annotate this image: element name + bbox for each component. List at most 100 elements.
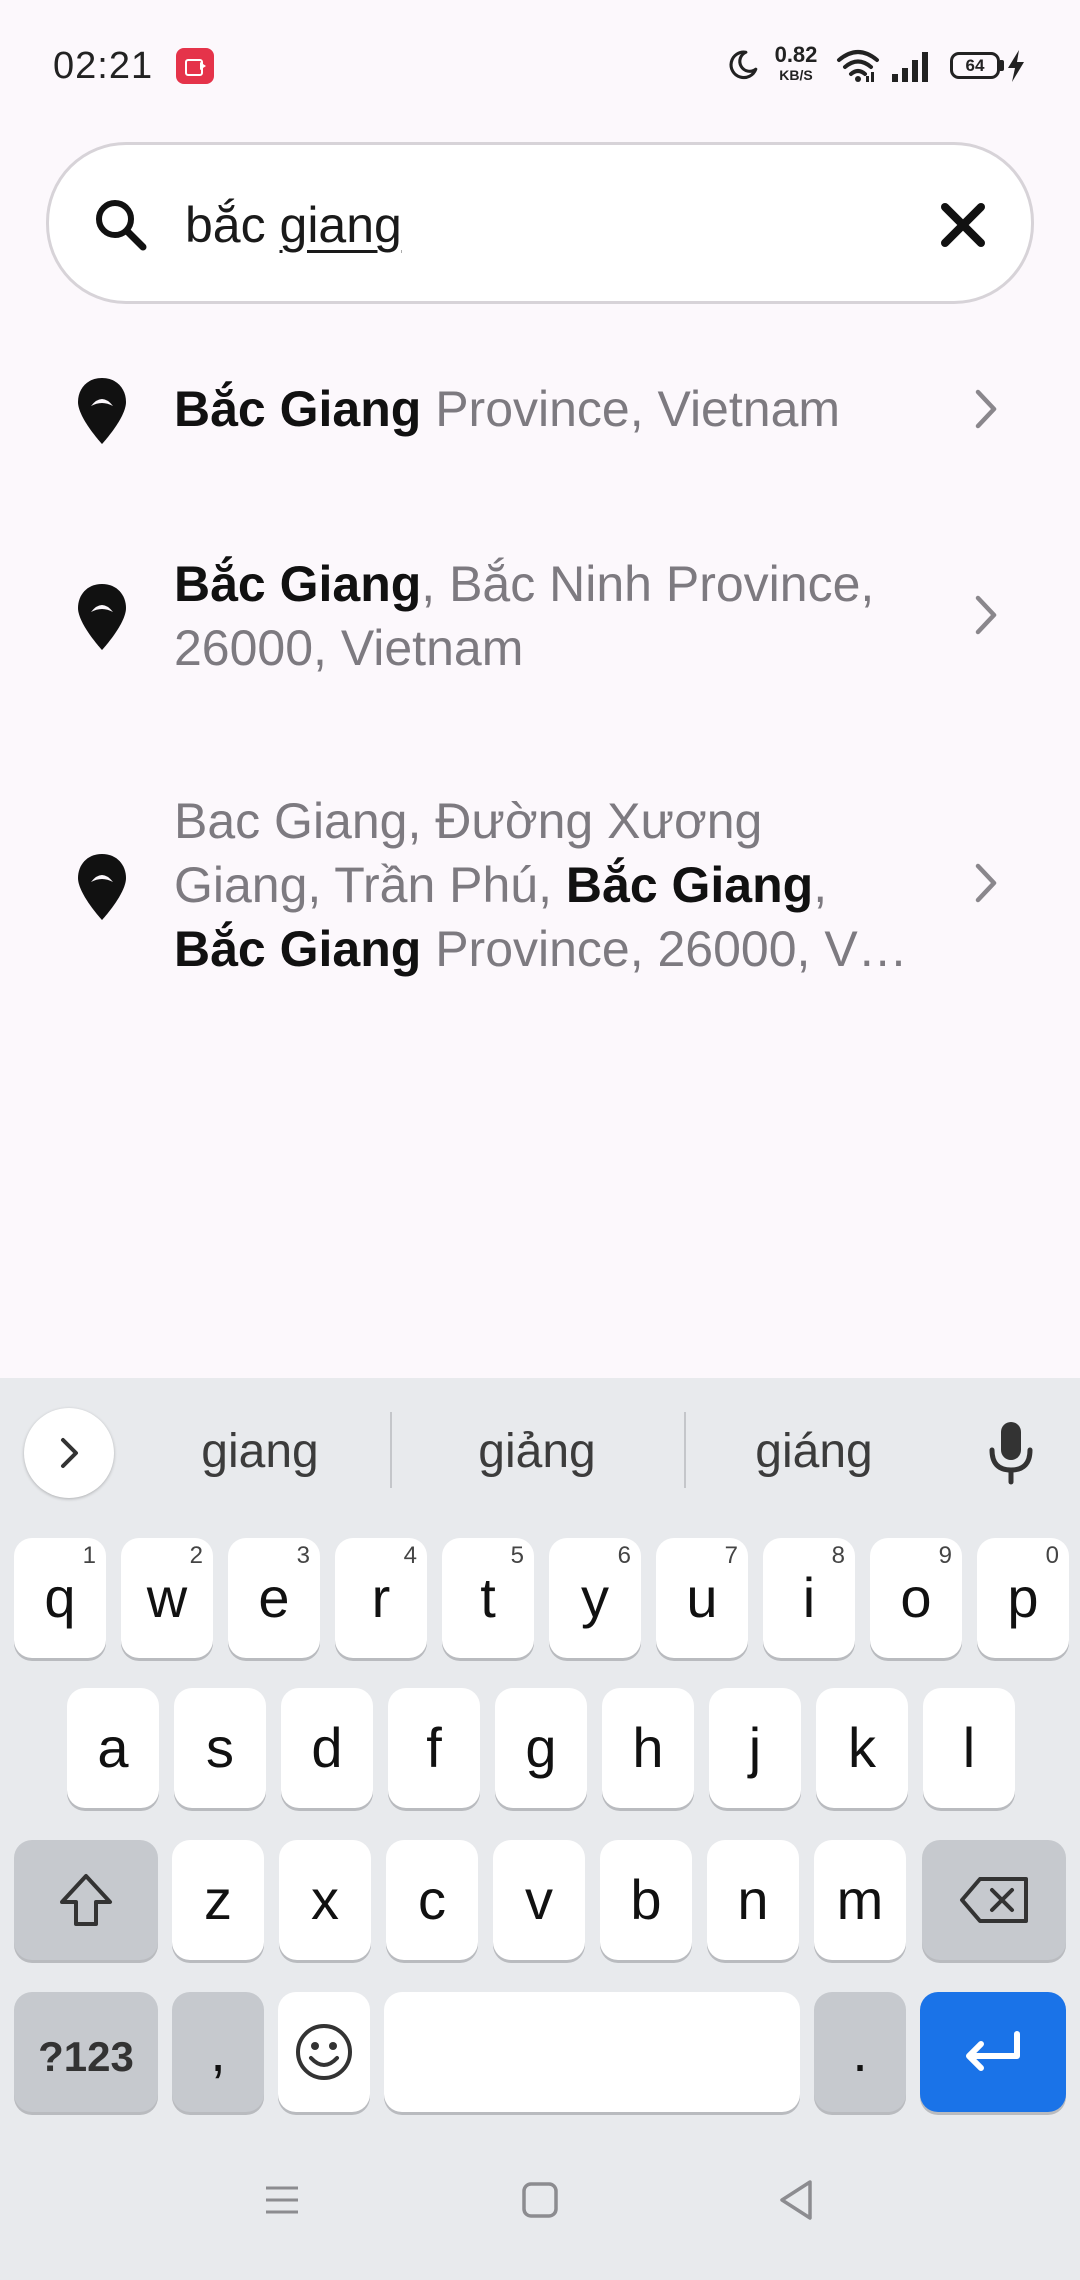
key-b[interactable]: b xyxy=(600,1840,692,1960)
key-label: y xyxy=(581,1566,609,1629)
result-match-text: Bắc Giang xyxy=(174,381,422,437)
key-j[interactable]: j xyxy=(709,1688,801,1808)
close-icon[interactable] xyxy=(935,197,991,253)
key-label: m xyxy=(836,1868,884,1931)
key-t[interactable]: t5 xyxy=(442,1538,534,1658)
search-result-item[interactable]: Bac Giang, Đường Xương Giang, Trần Phú, … xyxy=(0,760,1080,1060)
search-bar[interactable]: bắc giang xyxy=(46,142,1034,304)
emoji-icon xyxy=(296,2024,352,2080)
key-e[interactable]: e3 xyxy=(228,1538,320,1658)
key-label: s xyxy=(206,1716,234,1779)
key-k[interactable]: k xyxy=(816,1688,908,1808)
key-label: o xyxy=(900,1566,932,1629)
key-label: v xyxy=(525,1868,553,1931)
key-hint: 0 xyxy=(1045,1542,1059,1569)
key-label: c xyxy=(418,1868,446,1931)
result-detail-text: , xyxy=(813,857,828,913)
keyboard: giang giảng giáng ?123 , . q 1 w 2 e 3 r… xyxy=(0,1378,1080,2280)
key-c[interactable]: c xyxy=(386,1840,478,1960)
search-input[interactable]: bắc giang xyxy=(185,185,402,265)
key-label: i xyxy=(802,1566,816,1629)
key-u[interactable]: u7 xyxy=(656,1538,748,1658)
search-query-composing: giang xyxy=(279,197,402,253)
key-label: r xyxy=(371,1566,391,1629)
key-label: n xyxy=(737,1868,769,1931)
key-z[interactable]: z xyxy=(172,1840,264,1960)
charging-bolt-icon xyxy=(1008,50,1024,82)
key-l[interactable]: l xyxy=(923,1688,1015,1808)
key-hint: 3 xyxy=(296,1542,310,1569)
search-result-item[interactable]: Bắc Giang Province, Vietnam xyxy=(0,336,1080,496)
period-key-label: . xyxy=(852,2020,868,2083)
key-n[interactable]: n xyxy=(707,1840,799,1960)
key-i[interactable]: i8 xyxy=(763,1538,855,1658)
status-bar: 02:21 0.82 KB/S 64 xyxy=(0,0,1080,130)
battery-icon: 64 xyxy=(950,52,1000,79)
symbols-key[interactable]: ?123 xyxy=(14,1992,158,2112)
space-key[interactable] xyxy=(384,1992,800,2112)
comma-key-label: , xyxy=(210,2020,226,2083)
search-result-text: Bac Giang, Đường Xương Giang, Trần Phú, … xyxy=(174,789,914,981)
result-match-text: Bắc Giang xyxy=(174,556,422,612)
network-speed: 0.82 KB/S xyxy=(770,44,822,83)
location-pin-icon xyxy=(78,854,126,920)
chevron-right-icon xyxy=(61,1438,78,1468)
suggestion-2[interactable]: giảng xyxy=(424,1414,650,1490)
key-label: a xyxy=(97,1716,129,1779)
key-f[interactable]: f xyxy=(388,1688,480,1808)
home-icon[interactable] xyxy=(520,2180,560,2220)
key-o[interactable]: o9 xyxy=(870,1538,962,1658)
period-key[interactable]: . xyxy=(814,1992,906,2112)
key-label: e xyxy=(258,1566,290,1629)
suggestion-1[interactable]: giang xyxy=(150,1414,370,1490)
key-label: l xyxy=(962,1716,976,1779)
search-query-text: bắc xyxy=(185,197,280,253)
key-h[interactable]: h xyxy=(602,1688,694,1808)
comma-key[interactable]: , xyxy=(172,1992,264,2112)
suggestion-divider xyxy=(684,1412,686,1488)
key-r[interactable]: r4 xyxy=(335,1538,427,1658)
network-speed-unit: KB/S xyxy=(779,67,813,83)
location-pin-icon xyxy=(78,378,126,444)
key-hint: 6 xyxy=(617,1542,631,1569)
backspace-icon xyxy=(960,1877,1028,1923)
search-result-item[interactable]: Bắc Giang, Bắc Ninh Province, 26000, Vie… xyxy=(0,526,1080,746)
expand-toolbar-button[interactable] xyxy=(24,1408,114,1498)
key-x[interactable]: x xyxy=(279,1840,371,1960)
microphone-icon[interactable] xyxy=(984,1418,1038,1488)
key-label: p xyxy=(1007,1566,1039,1629)
search-icon xyxy=(96,200,147,251)
key-label: k xyxy=(848,1716,876,1779)
key-p[interactable]: p0 xyxy=(977,1538,1069,1658)
key-w[interactable]: w2 xyxy=(121,1538,213,1658)
signal-icon xyxy=(892,52,928,82)
suggestion-3[interactable]: giáng xyxy=(704,1414,924,1490)
key-d[interactable]: d xyxy=(281,1688,373,1808)
menu-icon[interactable] xyxy=(262,2180,302,2220)
key-label: x xyxy=(311,1868,339,1931)
shift-key[interactable] xyxy=(14,1840,158,1960)
result-match-text: Bắc Giang xyxy=(174,921,422,977)
key-s[interactable]: s xyxy=(174,1688,266,1808)
result-detail-text: Province, Vietnam xyxy=(421,381,841,437)
backspace-key[interactable] xyxy=(922,1840,1066,1960)
navigation-bar xyxy=(0,2150,1080,2280)
key-v[interactable]: v xyxy=(493,1840,585,1960)
key-label: z xyxy=(204,1868,232,1931)
key-q[interactable]: q1 xyxy=(14,1538,106,1658)
key-y[interactable]: y6 xyxy=(549,1538,641,1658)
moon-icon xyxy=(729,50,758,80)
key-hint: 7 xyxy=(724,1542,738,1569)
shift-arrow-icon xyxy=(60,1874,112,1926)
key-hint: 5 xyxy=(510,1542,524,1569)
location-pin-icon xyxy=(78,584,126,650)
key-g[interactable]: g xyxy=(495,1688,587,1808)
key-hint: 8 xyxy=(831,1542,845,1569)
key-a[interactable]: a xyxy=(67,1688,159,1808)
key-hint: 2 xyxy=(189,1542,203,1569)
key-m[interactable]: m xyxy=(814,1840,906,1960)
enter-key[interactable] xyxy=(920,1992,1066,2112)
back-icon[interactable] xyxy=(776,2178,816,2222)
key-label: q xyxy=(44,1566,76,1629)
emoji-key[interactable] xyxy=(278,1992,370,2112)
